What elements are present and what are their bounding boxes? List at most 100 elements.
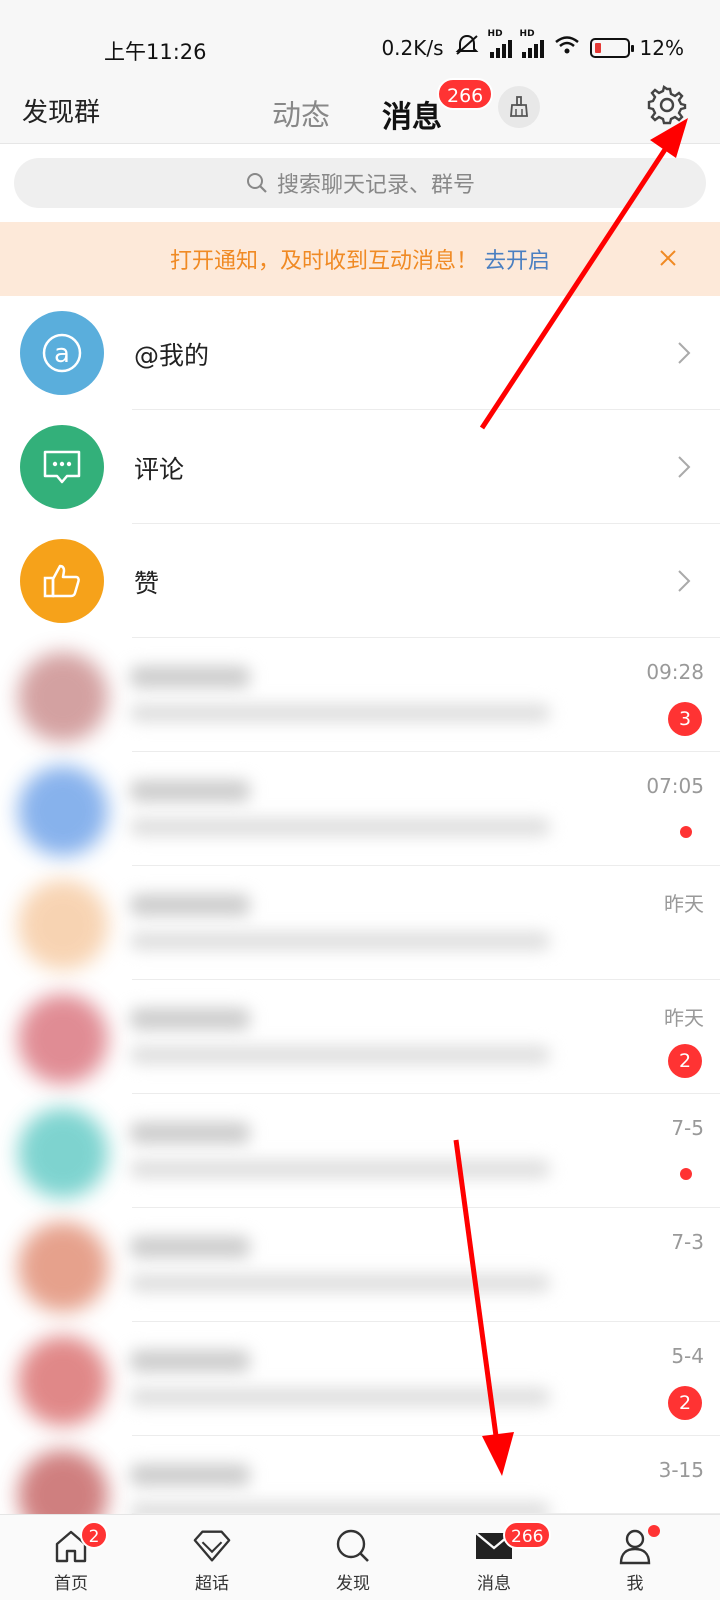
avatar — [18, 766, 108, 856]
chat-time: 7-3 — [671, 1230, 704, 1254]
chat-list-item[interactable]: 3-15 — [0, 1436, 720, 1540]
chat-list-item[interactable]: 7-5 — [0, 1094, 720, 1208]
feature-label: 赞 — [134, 569, 160, 598]
signal-icon-2: HD — [520, 29, 544, 58]
close-icon[interactable] — [654, 244, 682, 272]
discover-label: 发现 — [336, 1574, 370, 1594]
blurred-chat-name — [130, 894, 250, 916]
avatar — [18, 1336, 108, 1426]
chat-time: 07:05 — [646, 774, 704, 798]
bottom-nav-discover[interactable]: 发现 — [308, 1515, 398, 1600]
feature-label: @我的 — [134, 341, 210, 370]
unread-badge: 2 — [668, 1044, 702, 1078]
avatar — [18, 994, 108, 1084]
avatar — [18, 1108, 108, 1198]
messages-badge: 266 — [503, 1521, 552, 1549]
chat-time: 09:28 — [646, 660, 704, 684]
feature-row-mentions[interactable]: a @我的 — [0, 296, 720, 410]
blurred-chat-preview — [130, 1046, 550, 1064]
signal-icon: HD — [488, 29, 512, 58]
bottom-nav-messages[interactable]: 消息 266 — [449, 1515, 552, 1600]
chat-time: 7-5 — [671, 1116, 704, 1140]
blurred-chat-preview — [130, 932, 550, 950]
discover-groups-link[interactable]: 发现群 — [22, 92, 100, 129]
blurred-chat-name — [130, 1464, 250, 1486]
feature-row-likes[interactable]: 赞 — [0, 524, 720, 638]
blurred-chat-preview — [130, 1388, 550, 1406]
chevron-right-icon — [678, 456, 691, 478]
tab-messages[interactable]: 消息 — [382, 92, 442, 136]
home-badge: 2 — [80, 1521, 108, 1549]
broom-icon — [510, 96, 528, 117]
bottom-nav-super-topics[interactable]: 超话 — [167, 1515, 257, 1600]
blurred-chat-name — [130, 780, 250, 802]
avatar — [18, 1222, 108, 1312]
chevron-right-icon — [678, 342, 691, 364]
diamond-icon — [191, 1525, 233, 1567]
bottom-nav-home[interactable]: 首页 2 — [26, 1515, 116, 1600]
chat-list-item[interactable]: 5-4 2 — [0, 1322, 720, 1436]
bottom-nav: 首页 2 超话 发现 消息 266 我 — [0, 1514, 720, 1600]
top-nav: 发现群 动态 消息 266 — [0, 78, 720, 144]
blurred-chat-name — [130, 1236, 250, 1258]
blurred-chat-preview — [130, 1274, 550, 1292]
chat-time: 5-4 — [671, 1344, 704, 1368]
notification-banner: 打开通知，及时收到互动消息！ 去开启 — [0, 222, 720, 296]
status-indicators: 0.2K/s HD HD 12% — [381, 29, 684, 61]
comment-icon-circle — [20, 425, 104, 509]
thumbs-up-icon-circle — [20, 539, 104, 623]
super-topics-label: 超话 — [195, 1574, 229, 1594]
unread-badge: 2 — [668, 1386, 702, 1420]
me-label: 我 — [626, 1574, 644, 1594]
blurred-chat-name — [130, 1122, 250, 1144]
search-bar[interactable]: 搜索聊天记录、群号 — [14, 158, 706, 208]
blurred-chat-name — [130, 1008, 250, 1030]
net-speed: 0.2K/s — [381, 35, 444, 60]
chat-list-item[interactable]: 7-3 — [0, 1208, 720, 1322]
blurred-chat-preview — [130, 1160, 550, 1178]
feature-row-comments[interactable]: 评论 — [0, 410, 720, 524]
at-icon-circle: a — [20, 311, 104, 395]
clear-unread-button[interactable] — [498, 86, 540, 128]
search-icon — [246, 173, 267, 193]
avatar — [18, 880, 108, 970]
blurred-chat-name — [130, 1350, 250, 1372]
unread-dot — [680, 1168, 692, 1180]
mute-icon — [454, 34, 480, 61]
enable-notifications-link[interactable]: 去开启 — [484, 243, 550, 275]
avatar — [18, 652, 108, 742]
chat-time: 3-15 — [658, 1458, 704, 1482]
home-label: 首页 — [54, 1574, 88, 1594]
notification-text: 打开通知，及时收到互动消息！ — [169, 249, 478, 274]
feature-label: 评论 — [134, 455, 185, 484]
me-unread-dot — [648, 1525, 660, 1537]
chat-time: 昨天 — [664, 892, 704, 916]
at-icon: a — [42, 333, 82, 373]
chat-list-item[interactable]: 09:28 3 — [0, 638, 720, 752]
chat-list-item[interactable]: 昨天 2 — [0, 980, 720, 1094]
chat-list-item[interactable]: 昨天 — [0, 866, 720, 980]
search-icon — [332, 1525, 374, 1567]
unread-badge: 3 — [668, 702, 702, 736]
messages-tab-badge: 266 — [437, 78, 494, 110]
tab-dynamic[interactable]: 动态 — [272, 92, 330, 134]
status-time: 上午11:26 — [104, 40, 207, 64]
unread-dot — [680, 826, 692, 838]
wifi-icon — [554, 35, 580, 60]
hd-label-2: HD — [519, 28, 535, 39]
blurred-chat-name — [130, 666, 250, 688]
comment-icon — [43, 450, 81, 484]
search-placeholder: 搜索聊天记录、群号 — [276, 173, 475, 198]
status-bar: 上午11:26 0.2K/s HD HD 12% — [0, 0, 720, 92]
battery-icon — [589, 37, 634, 58]
svg-text:a: a — [54, 339, 70, 369]
chat-time: 昨天 — [664, 1006, 704, 1030]
bottom-nav-me[interactable]: 我 — [590, 1515, 680, 1600]
hd-label: HD — [487, 28, 503, 39]
gear-icon — [647, 85, 687, 125]
thumbs-up-icon — [43, 564, 80, 598]
chat-list-item[interactable]: 07:05 — [0, 752, 720, 866]
chevron-right-icon — [678, 570, 691, 592]
battery-level: 12% — [639, 35, 684, 60]
settings-button[interactable] — [642, 80, 692, 130]
